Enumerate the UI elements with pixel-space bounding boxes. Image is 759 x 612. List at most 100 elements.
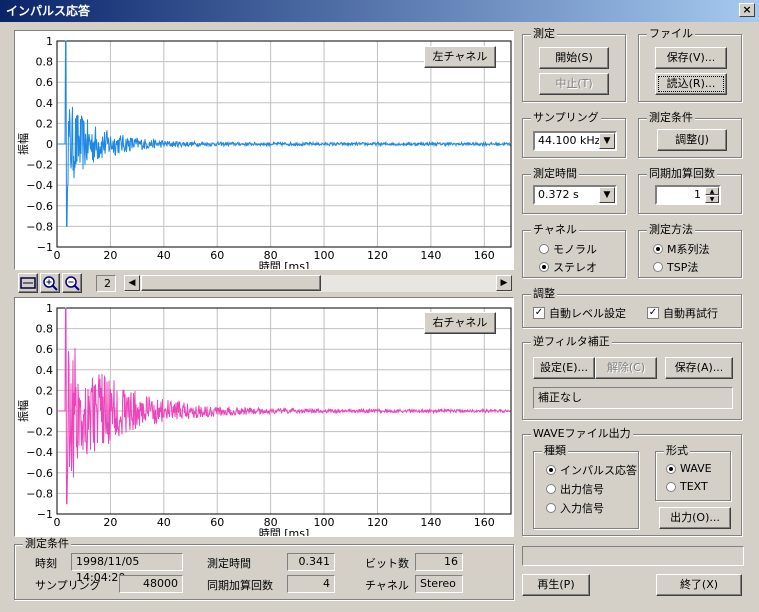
scroll-right-icon[interactable]: ▶ — [496, 275, 512, 291]
zoom-out-icon[interactable] — [62, 273, 82, 293]
wave-output-group-label: WAVEファイル出力 — [531, 427, 633, 441]
scroll-thumb[interactable] — [141, 275, 321, 291]
method-tsp-label: TSP法 — [667, 261, 699, 274]
file-group: ファイル 保存(V)... 読込(R)... — [638, 27, 742, 102]
channel-group: チャネル モノラル ステレオ — [522, 223, 626, 278]
averaging-value: 1 — [694, 188, 701, 201]
sampling-group-label: サンプリング — [531, 111, 601, 125]
radio-selected-icon[interactable] — [666, 463, 676, 474]
avg-summary-label: 同期加算回数 — [207, 579, 273, 592]
filter-save-button[interactable]: 保存(A)... — [665, 357, 733, 379]
adjust-button[interactable]: 調整(J) — [657, 129, 727, 151]
x-tick-label: 20 — [103, 516, 117, 529]
x-axis-label: 時間 [ms] — [259, 527, 310, 536]
y-tick-label: −0.4 — [26, 179, 53, 192]
y-tick-label: 1 — [46, 302, 53, 315]
radio-selected-icon[interactable] — [653, 244, 663, 254]
chevron-down-icon[interactable]: ▼ — [599, 187, 615, 203]
y-tick-label: 1 — [46, 35, 53, 48]
x-tick-label: 160 — [474, 249, 495, 262]
filter-set-button[interactable]: 設定(E)... — [533, 357, 595, 379]
filter-clear-button[interactable]: 解除(C) — [595, 357, 657, 379]
channel-mono-radio[interactable]: モノラル — [539, 241, 597, 257]
y-tick-label: −0.2 — [26, 159, 53, 172]
method-mseq-radio[interactable]: M系列法 — [653, 241, 710, 257]
zoom-toolbar: 2 ◀ ▶ — [14, 272, 514, 294]
channel-mono-label: モノラル — [553, 243, 597, 256]
radio-icon[interactable] — [666, 481, 676, 492]
file-save-button[interactable]: 保存(V)... — [655, 47, 727, 69]
x-tick-label: 100 — [314, 516, 335, 529]
file-load-button[interactable]: 読込(R)... — [655, 73, 727, 95]
kind-output-label: 出力信号 — [560, 483, 604, 496]
close-button[interactable]: × — [739, 3, 755, 17]
x-axis-label: 時間 [ms] — [259, 260, 310, 269]
kind-output-radio[interactable]: 出力信号 — [546, 481, 604, 497]
file-group-label: ファイル — [647, 27, 695, 41]
horizontal-scrollbar[interactable]: ◀ ▶ — [124, 275, 512, 292]
sampling-summary-value: 48000 — [119, 575, 183, 593]
x-tick-label: 20 — [103, 249, 117, 262]
spinner-arrows-icon[interactable]: ▲ ▼ — [705, 187, 719, 203]
y-tick-label: −0.2 — [26, 426, 53, 439]
status-bar — [522, 546, 744, 566]
x-tick-label: 40 — [157, 516, 171, 529]
kind-impulse-radio[interactable]: インパルス応答 — [546, 462, 637, 478]
x-tick-label: 140 — [420, 249, 441, 262]
y-tick-label: 0.8 — [36, 323, 54, 336]
y-tick-label: 0.2 — [36, 117, 54, 130]
sampling-summary-label: サンプリング — [35, 579, 101, 592]
left-channel-label: 左チャネル — [424, 46, 496, 68]
measure-group-label: 測定 — [531, 27, 557, 41]
radio-icon[interactable] — [539, 244, 549, 254]
averaging-spinner[interactable]: 1 ▲ ▼ — [655, 185, 721, 205]
format-text-label: TEXT — [680, 480, 708, 493]
chevron-down-icon[interactable]: ▼ — [599, 133, 615, 149]
kind-input-radio[interactable]: 入力信号 — [546, 500, 604, 516]
y-tick-label: 0.2 — [36, 384, 54, 397]
y-tick-label: 0.4 — [36, 364, 54, 377]
bits-value: 16 — [415, 553, 463, 571]
radio-selected-icon[interactable] — [546, 465, 556, 475]
play-button[interactable]: 再生(P) — [522, 574, 590, 596]
start-button[interactable]: 開始(S) — [539, 47, 609, 69]
y-tick-label: 0.6 — [36, 76, 54, 89]
time-label: 時刻 — [35, 557, 57, 570]
zoom-in-icon[interactable] — [40, 273, 60, 293]
checkbox-checked-icon[interactable]: ✓ — [647, 307, 659, 319]
format-wave-radio[interactable]: WAVE — [666, 462, 712, 475]
method-tsp-radio[interactable]: TSP法 — [653, 259, 698, 275]
wave-output-button[interactable]: 出力(O)... — [659, 507, 731, 529]
channel-summary-label: チャネル — [365, 579, 409, 592]
window-title: インパルス応答 — [6, 4, 91, 18]
wave-format-group: 形式 WAVE TEXT — [655, 444, 731, 501]
sampling-group: サンプリング 44.100 kHz ▼ — [522, 111, 626, 158]
checkbox-checked-icon[interactable]: ✓ — [533, 307, 545, 319]
duration-summary-label: 測定時間 — [207, 557, 251, 570]
sampling-select[interactable]: 44.100 kHz ▼ — [533, 131, 617, 151]
sampling-value: 44.100 kHz — [538, 134, 601, 147]
stop-button[interactable]: 中止(T) — [539, 73, 609, 95]
inverse-filter-group-label: 逆フィルタ補正 — [531, 335, 612, 349]
duration-select[interactable]: 0.372 s ▼ — [533, 185, 617, 205]
y-tick-label: −0.4 — [26, 446, 53, 459]
time-value: 1998/11/05 14:04:20 — [71, 553, 183, 584]
radio-icon[interactable] — [653, 262, 663, 272]
channel-stereo-radio[interactable]: ステレオ — [539, 259, 597, 275]
summary-group: 測定条件 時刻 1998/11/05 14:04:20 測定時間 0.341 ビ… — [14, 537, 514, 600]
channel-stereo-label: ステレオ — [553, 261, 597, 274]
auto-level-checkbox[interactable]: ✓ 自動レベル設定 — [533, 305, 626, 321]
exit-button[interactable]: 終了(X) — [656, 574, 742, 596]
fit-width-icon[interactable] — [18, 273, 38, 293]
scroll-left-icon[interactable]: ◀ — [124, 275, 140, 291]
auto-retry-checkbox[interactable]: ✓ 自動再試行 — [647, 305, 718, 321]
format-text-radio[interactable]: TEXT — [666, 480, 708, 493]
method-mseq-label: M系列法 — [667, 243, 710, 256]
radio-icon[interactable] — [546, 484, 556, 494]
measure-group: 測定 開始(S) 中止(T) — [522, 27, 626, 102]
x-tick-label: 0 — [54, 516, 61, 529]
channel-group-label: チャネル — [531, 223, 579, 237]
radio-icon[interactable] — [546, 503, 556, 513]
radio-selected-icon[interactable] — [539, 262, 549, 272]
summary-group-label: 測定条件 — [23, 537, 71, 551]
